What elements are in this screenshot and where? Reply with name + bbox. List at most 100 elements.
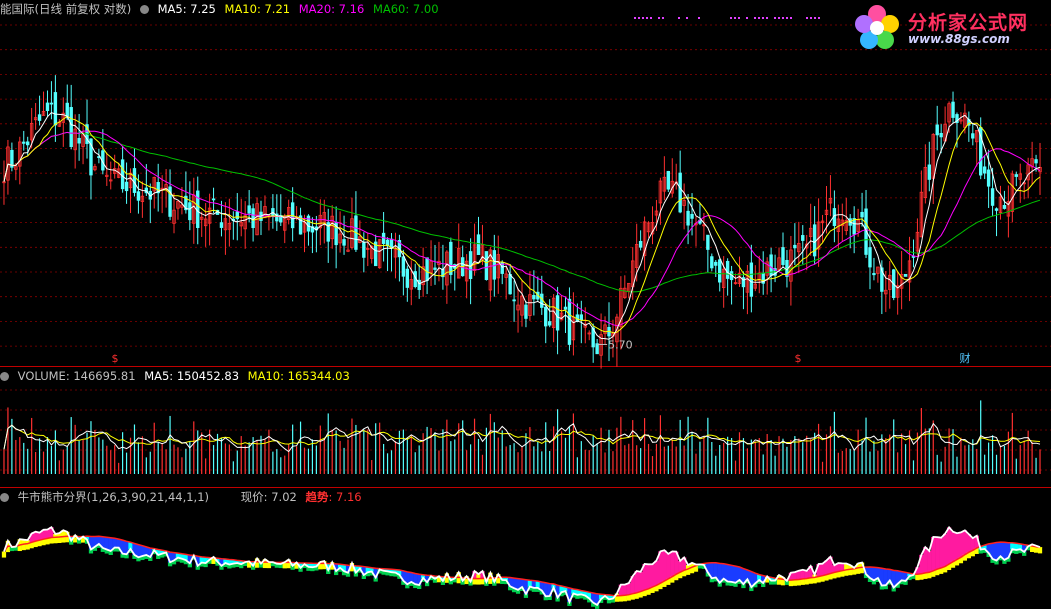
candle-down <box>433 267 437 270</box>
stock-chart[interactable]: 5.70 $ $ 财 <box>0 0 1051 609</box>
candle-down <box>77 137 81 144</box>
candle-down <box>990 188 995 206</box>
candle-down <box>860 211 864 218</box>
signal-dot <box>790 17 792 19</box>
candle-down <box>484 251 489 280</box>
event-mark: $ <box>112 352 119 365</box>
candle-down <box>725 260 730 279</box>
candle-down <box>540 293 544 308</box>
candle-down <box>37 114 42 121</box>
flower-icon <box>855 5 899 49</box>
candle-down <box>935 124 939 136</box>
price-now-label: 现价: 7.02 <box>240 490 297 504</box>
candle-down <box>927 164 932 180</box>
candle-down <box>939 132 943 138</box>
candle-down <box>136 191 141 201</box>
signal-dot <box>634 17 636 19</box>
signal-dot <box>758 17 760 19</box>
indicator-panel-header: 牛市熊市分界(1,26,3,90,21,44,1,1) 现价: 7.02 趋势:… <box>0 490 367 504</box>
candle-down <box>547 321 552 326</box>
signal-dot <box>778 17 780 19</box>
ma60-line <box>3 131 1041 293</box>
candle-down <box>706 234 710 250</box>
signal-dot <box>730 17 732 19</box>
candle-down <box>544 306 548 327</box>
candle-down <box>563 306 568 310</box>
candle-down <box>508 273 512 295</box>
signal-dot <box>678 17 680 19</box>
signal-dot <box>766 17 768 19</box>
signal-dot <box>774 17 776 19</box>
candle-down <box>710 256 714 269</box>
candle-down <box>196 190 200 229</box>
candle-down <box>512 299 516 302</box>
candle-down <box>903 273 908 277</box>
candle-down <box>986 169 991 187</box>
volume-ma10-label: MA10: 165344.03 <box>247 369 350 383</box>
candle-down <box>69 107 73 147</box>
candle-down <box>994 208 999 211</box>
ma60-label: MA60: 7.00 <box>372 2 439 16</box>
candle-down <box>718 259 722 283</box>
signal-dot <box>810 17 812 19</box>
candle-down <box>638 240 643 248</box>
signal-dot <box>650 17 652 19</box>
candle-down <box>524 304 528 319</box>
signal-dot <box>698 17 700 19</box>
volume-label: VOLUME: 146695.81 <box>17 369 136 383</box>
candle-down <box>362 242 366 258</box>
candle-down <box>132 168 137 193</box>
candle-down <box>405 268 410 288</box>
candle-down <box>449 241 453 275</box>
candle-down <box>690 213 694 219</box>
low-marker-label: 5.70 <box>608 338 633 351</box>
price-panel-header: 能国际(日线 前复权 对数) MA5: 7.25 MA10: 7.21 MA20… <box>0 2 444 16</box>
candle-down <box>567 298 572 345</box>
signal-dot <box>642 17 644 19</box>
signal-dot <box>762 17 764 19</box>
settings-dot-icon[interactable] <box>139 5 149 14</box>
signal-dot <box>662 17 664 19</box>
signal-dot <box>782 17 784 19</box>
candle-down <box>781 247 785 265</box>
signal-dot <box>686 17 688 19</box>
indicator-name: 牛市熊市分界(1,26,3,90,21,44,1,1) <box>17 490 210 504</box>
trend-value: : 7.16 <box>328 490 362 504</box>
candle-down <box>982 166 987 174</box>
candle-down <box>555 295 560 331</box>
candle-down <box>749 262 754 297</box>
signal-dot <box>746 17 748 19</box>
volume-bars <box>3 400 1041 474</box>
event-mark: $ <box>795 352 802 365</box>
signal-dot <box>754 17 756 19</box>
volume-panel-header: VOLUME: 146695.81 MA5: 150452.83 MA10: 1… <box>0 369 355 383</box>
candle-down <box>801 235 805 241</box>
candle-down <box>852 218 856 235</box>
candle-down <box>476 234 481 255</box>
candle-down <box>1034 159 1038 164</box>
signal-dot <box>638 17 640 19</box>
signal-dot <box>806 17 808 19</box>
candle-down <box>247 205 251 214</box>
signal-dot <box>658 17 660 19</box>
candle-down <box>26 141 30 146</box>
signal-dot <box>738 17 740 19</box>
candle-down <box>666 171 671 190</box>
candle-down <box>188 202 192 221</box>
signal-dot <box>646 17 648 19</box>
candle-down <box>1014 174 1018 177</box>
candle-down <box>22 141 26 144</box>
site-logo[interactable]: 分析家公式网 www.88gs.com <box>852 4 1047 52</box>
candle-down <box>872 273 876 276</box>
stock-title: 能国际(日线 前复权 对数) <box>0 2 132 16</box>
candle-down <box>211 198 216 201</box>
candle-down <box>306 215 311 232</box>
volume-dot-icon[interactable] <box>0 372 9 381</box>
candle-down <box>678 172 682 213</box>
candle-down <box>49 102 54 105</box>
candle-down <box>971 133 975 139</box>
candle-down <box>120 159 125 190</box>
signal-dots <box>634 17 820 19</box>
candle-down <box>868 247 872 268</box>
indicator-dot-icon[interactable] <box>0 493 9 502</box>
